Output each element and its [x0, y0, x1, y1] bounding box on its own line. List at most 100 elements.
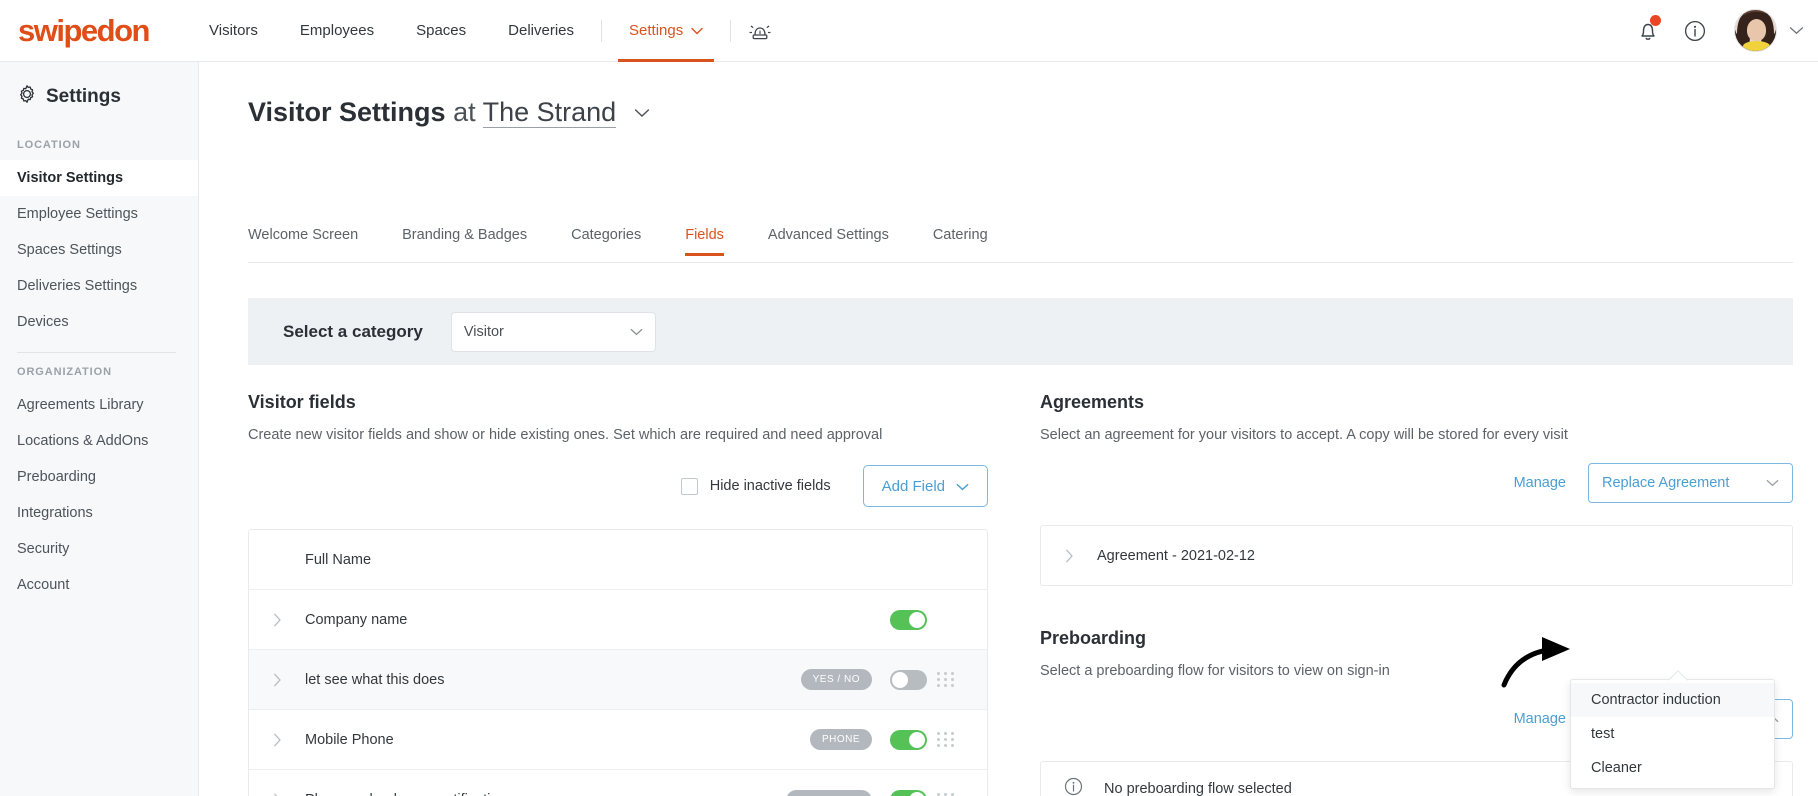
sidebar-item-employee-settings[interactable]: Employee Settings: [0, 196, 198, 232]
field-active-toggle[interactable]: [890, 790, 927, 796]
tab-fields[interactable]: Fields: [685, 227, 724, 256]
notification-badge-dot: [1650, 14, 1661, 26]
replace-agreement-value: Replace Agreement: [1602, 475, 1730, 491]
tab-welcome-screen[interactable]: Welcome Screen: [248, 227, 358, 255]
tab-branding-badges[interactable]: Branding & Badges: [402, 227, 527, 255]
drag-handle-icon[interactable]: [927, 672, 965, 687]
sidebar-item-security[interactable]: Security: [0, 531, 198, 567]
swipedon-logo[interactable]: swipedon: [18, 14, 150, 47]
visitor-fields-table: Full Name Company name let see what this…: [248, 529, 988, 796]
nav-link-deliveries-label: Deliveries: [508, 22, 575, 39]
agreement-list-item[interactable]: Agreement - 2021-02-12: [1040, 525, 1793, 586]
chevron-right-icon[interactable]: [1041, 549, 1097, 563]
bell-icon[interactable]: [1626, 0, 1670, 62]
preboarding-empty-state-text: No preboarding flow selected: [1104, 781, 1292, 796]
dropdown-option-contractor-induction[interactable]: Contractor induction: [1571, 683, 1774, 717]
category-label: Select a category: [283, 321, 423, 341]
hide-inactive-fields-checkbox[interactable]: Hide inactive fields: [680, 477, 831, 495]
table-row[interactable]: Company name: [249, 590, 987, 650]
visitor-fields-description: Create new visitor fields and show or hi…: [248, 427, 883, 443]
avatar[interactable]: [1734, 9, 1777, 52]
visitor-fields-title: Visitor fields: [248, 392, 356, 412]
agreements-description: Select an agreement for your visitors to…: [1040, 427, 1568, 443]
table-row[interactable]: let see what this does YES / NO: [249, 650, 987, 710]
primary-nav-links: Visitors Employees Spaces Deliveries Set…: [188, 0, 783, 62]
manage-preboarding-link[interactable]: Manage: [1514, 711, 1566, 727]
field-active-toggle[interactable]: [890, 609, 927, 630]
field-type-badge: DOCUMENT: [786, 789, 872, 796]
sidebar-group-organization: ORGANIZATION: [17, 366, 112, 378]
field-name: let see what this does: [305, 671, 445, 688]
category-selection-bar: Select a category Visitor: [248, 298, 1793, 365]
nav-link-deliveries[interactable]: Deliveries: [487, 0, 595, 62]
chevron-right-icon[interactable]: [249, 733, 305, 747]
drag-handle-icon[interactable]: [927, 792, 965, 796]
tab-advanced-settings[interactable]: Advanced Settings: [768, 227, 889, 255]
preboarding-dropdown-menu: Contractor induction test Cleaner: [1570, 679, 1775, 789]
visitor-fields-actions: Hide inactive fields Add Field: [248, 465, 988, 507]
nav-link-spaces-label: Spaces: [416, 22, 467, 39]
row-controls: DOCUMENT: [786, 789, 965, 796]
sidebar-title-label: Settings: [46, 86, 121, 107]
dropdown-option-test[interactable]: test: [1571, 717, 1774, 751]
sidebar-item-agreements-library[interactable]: Agreements Library: [0, 387, 198, 423]
location-selector[interactable]: The Strand: [482, 97, 617, 128]
category-select-value: Visitor: [463, 323, 504, 340]
nav-link-settings[interactable]: Settings: [608, 0, 724, 62]
table-row[interactable]: Mobile Phone PHONE: [249, 710, 987, 770]
chevron-down-icon[interactable]: [1789, 22, 1804, 40]
sidebar-divider: [17, 352, 176, 353]
drag-handle-icon[interactable]: [927, 732, 965, 747]
sidebar-item-integrations[interactable]: Integrations: [0, 495, 198, 531]
chevron-down-icon[interactable]: [634, 94, 650, 124]
field-name: Company name: [305, 611, 408, 628]
sidebar-item-locations-addons[interactable]: Locations & AddOns: [0, 423, 198, 459]
table-row[interactable]: Full Name: [249, 530, 987, 590]
tab-catering[interactable]: Catering: [933, 227, 988, 255]
chevron-down-icon: [956, 478, 969, 495]
sidebar-item-deliveries-settings[interactable]: Deliveries Settings: [0, 268, 198, 304]
category-select[interactable]: Visitor: [450, 311, 656, 352]
tab-categories[interactable]: Categories: [571, 227, 641, 255]
nav-link-employees[interactable]: Employees: [279, 0, 395, 62]
field-active-toggle[interactable]: [890, 669, 927, 690]
page-title-main: Visitor Settings: [248, 97, 446, 127]
agreement-name: Agreement - 2021-02-12: [1097, 547, 1255, 564]
page-title: Visitor Settings at The Strand: [248, 94, 650, 128]
sidebar-item-devices[interactable]: Devices: [0, 304, 198, 340]
nav-link-visitors-label: Visitors: [209, 22, 258, 39]
field-type-badge: YES / NO: [800, 669, 872, 690]
row-controls: [890, 609, 965, 630]
nav-link-settings-label: Settings: [629, 22, 684, 39]
sidebar-item-spaces-settings[interactable]: Spaces Settings: [0, 232, 198, 268]
chevron-right-icon[interactable]: [249, 673, 305, 687]
field-active-toggle[interactable]: [890, 729, 927, 750]
chevron-right-icon[interactable]: [249, 613, 305, 627]
field-name: Full Name: [305, 551, 372, 568]
info-circle-icon: [1063, 776, 1084, 796]
add-field-label: Add Field: [881, 477, 945, 495]
replace-agreement-select[interactable]: Replace Agreement: [1588, 463, 1793, 503]
gear-icon: [17, 84, 37, 110]
info-circle-icon[interactable]: [1670, 0, 1720, 62]
agreements-title: Agreements: [1040, 392, 1145, 412]
nav-link-spaces[interactable]: Spaces: [395, 0, 487, 62]
chevron-down-icon: [630, 324, 643, 340]
chevron-down-icon: [691, 22, 703, 39]
nav-link-visitors[interactable]: Visitors: [188, 0, 279, 62]
manage-agreements-link[interactable]: Manage: [1514, 475, 1566, 491]
sidebar-item-visitor-settings[interactable]: Visitor Settings: [0, 160, 198, 196]
row-controls: PHONE: [809, 729, 965, 750]
dropdown-option-cleaner[interactable]: Cleaner: [1571, 751, 1774, 785]
nav-divider: [601, 19, 603, 42]
visitor-fields-column: Visitor fields Create new visitor fields…: [248, 392, 988, 796]
sidebar-item-account[interactable]: Account: [0, 567, 198, 603]
siren-icon[interactable]: [737, 0, 783, 62]
sidebar-item-preboarding[interactable]: Preboarding: [0, 459, 198, 495]
field-type-badge: PHONE: [809, 729, 872, 750]
add-field-button[interactable]: Add Field: [862, 465, 988, 507]
sidebar-title: Settings: [0, 62, 198, 130]
table-row[interactable]: Please upload your certification DOCUMEN…: [249, 770, 987, 796]
chevron-down-icon: [1766, 475, 1779, 491]
